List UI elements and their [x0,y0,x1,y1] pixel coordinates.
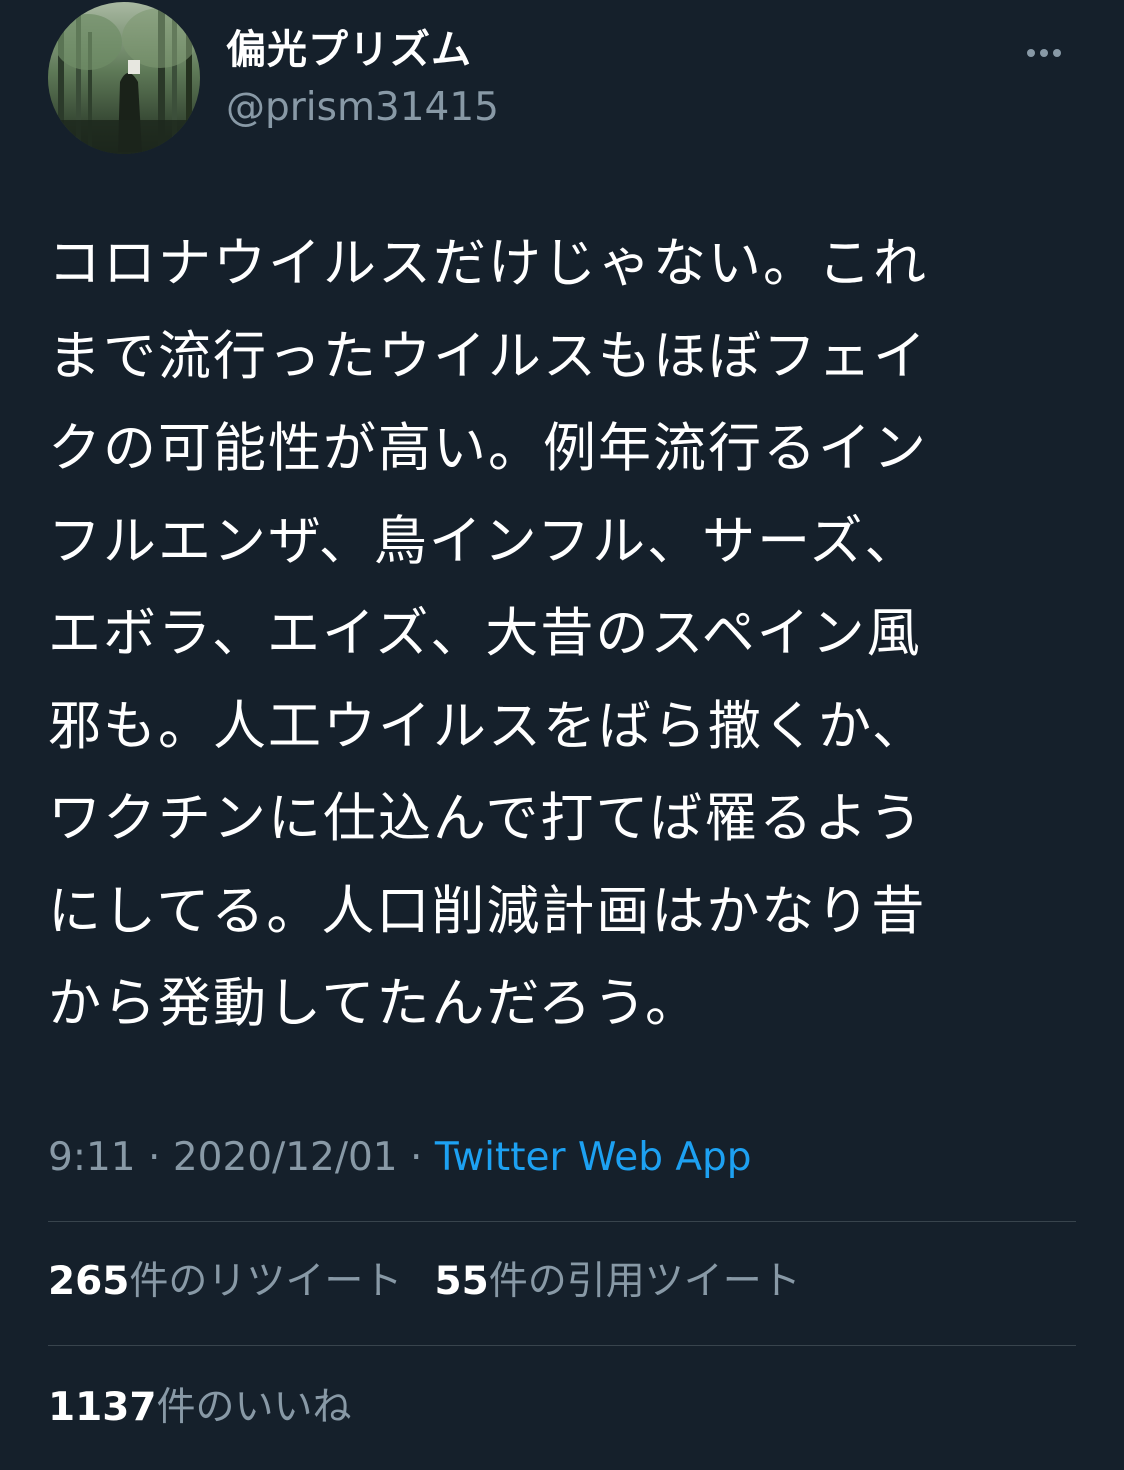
tweet-text-line: コロナウイルスだけじゃない。これ [48,233,928,294]
tweet-text-line: まで流行ったウイルスもほぼフェイ [48,325,928,387]
avatar-photo-icon [48,2,200,154]
likes-label: 件のいいね [156,1385,352,1430]
dot [1027,49,1035,57]
meta-separator: · [410,1135,423,1180]
dot [1053,49,1061,57]
tweet-meta: 9:11 · 2020/12/01 · Twitter Web App [48,1130,752,1186]
retweets-count: 265 [48,1259,130,1304]
tweet-header: 偏光プリズム @prism31415 [48,2,1078,162]
tweet-text: コロナウイルスだけじゃない。これ まで流行ったウイルスもほぼフェイ クの可能性が… [48,218,1058,1051]
retweets-label: 件のリツイート [129,1259,403,1304]
likes-stat[interactable]: 1137件のいいね [48,1385,352,1430]
tweet-text-line: ワクチンに仕込んで打てば罹るよう [48,788,925,849]
dot [1040,49,1048,57]
more-options-icon[interactable] [1020,38,1068,68]
likes-stats: 1137件のいいね [48,1380,352,1436]
tweet-text-line: から発動してたんだろう。 [48,973,701,1034]
tweet-detail: 偏光プリズム @prism31415 コロナウイルスだけじゃない。これ まで流行… [0,0,1124,1470]
quotes-label: 件の引用ツイート [488,1259,801,1304]
tweet-text-line: 邪も。人工ウイルスをばら撒くか、 [48,695,927,757]
tweet-date[interactable]: 2020/12/01 [173,1135,398,1180]
quotes-stat[interactable]: 55件の引用ツイート [434,1259,800,1304]
profile-avatar[interactable] [48,2,200,154]
retweets-stat[interactable]: 265件のリツイート [48,1259,402,1304]
tweet-text-line: にしてる。人口削減計画はかなり昔 [48,880,927,942]
divider [48,1221,1076,1222]
tweet-text-line: エボラ、エイズ、大昔のスペイン風 [48,603,922,664]
tweet-time[interactable]: 9:11 [48,1135,136,1180]
quotes-count: 55 [434,1259,489,1304]
user-handle[interactable]: @prism31415 [226,80,499,136]
divider [48,1345,1076,1346]
tweet-text-line: クの可能性が高い。例年流行るイン [48,418,928,479]
tweet-text-line: フルエンザ、鳥インフル、サーズ、 [48,510,920,572]
likes-count: 1137 [48,1385,157,1430]
display-name[interactable]: 偏光プリズム [226,24,499,76]
user-info[interactable]: 偏光プリズム @prism31415 [226,24,499,136]
share-stats: 265件のリツイート 55件の引用ツイート [48,1254,801,1310]
tweet-source-link[interactable]: Twitter Web App [435,1135,752,1180]
meta-separator: · [148,1135,161,1180]
